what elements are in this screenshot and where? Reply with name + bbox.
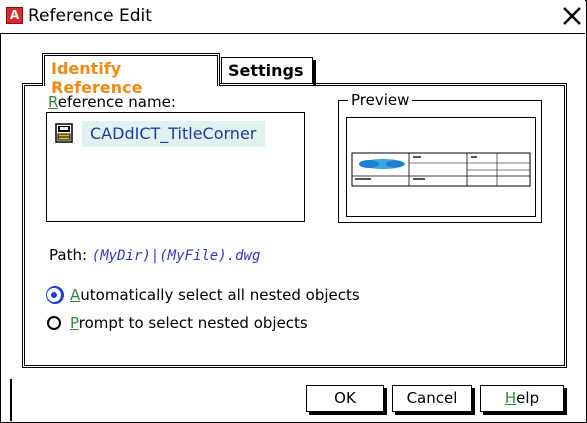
preview-image (346, 117, 536, 217)
autocad-app-icon: A (6, 7, 23, 24)
radio-auto-label-text: utomatically select all nested objects (80, 286, 360, 304)
radio-prompt-label-text: rompt to select nested objects (78, 314, 308, 332)
tab-identify-reference[interactable]: Identify Reference (42, 53, 220, 97)
help-label-text: elp (516, 389, 540, 407)
radio-prompt-select-label: Prompt to select nested objects (70, 313, 308, 333)
radio-button-checked[interactable] (47, 288, 61, 302)
reference-item-label[interactable]: CADdICT_TitleCorner (82, 121, 266, 147)
help-mnemonic: H (504, 389, 517, 407)
reference-list[interactable]: CADdICT_TitleCorner (46, 112, 305, 222)
path-value: (MyDir)|(MyFile).dwg (91, 248, 261, 264)
title-bar[interactable]: A Reference Edit (0, 0, 585, 34)
close-icon[interactable] (560, 4, 584, 28)
window-title: Reference Edit (28, 6, 152, 26)
title-block-preview-drawing (351, 152, 531, 187)
path-label: Path: (49, 246, 88, 264)
cancel-button[interactable]: Cancel (392, 385, 475, 415)
radio-prompt-mnemonic: P (70, 314, 79, 332)
path-row: Path: (MyDir)|(MyFile).dwg (49, 246, 260, 264)
radio-button-unchecked[interactable] (47, 316, 61, 330)
preview-label: Preview (348, 91, 413, 109)
help-button[interactable]: Help (480, 385, 567, 415)
radio-auto-mnemonic: A (70, 286, 81, 304)
drawing-file-icon (55, 123, 73, 143)
radio-auto-select-label: Automatically select all nested objects (70, 285, 360, 305)
left-edge-divider (10, 379, 12, 421)
tab-settings[interactable]: Settings (221, 57, 316, 85)
ok-button[interactable]: OK (306, 385, 387, 415)
